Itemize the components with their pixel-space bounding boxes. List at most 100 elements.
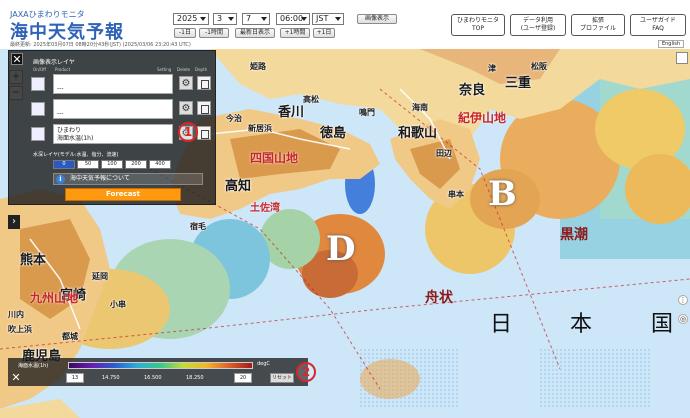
region-label: 紀伊山地	[458, 111, 507, 125]
city-label: 串本	[448, 190, 464, 199]
copy-icon[interactable]	[197, 101, 211, 115]
day-value: 7	[246, 14, 252, 23]
city-label: 延岡	[92, 272, 108, 281]
pref-label: 徳島	[320, 126, 347, 141]
nav-label: TOP	[471, 25, 484, 32]
year-select[interactable]: 2025	[173, 13, 209, 25]
column-label: Product	[55, 67, 71, 72]
chevron-down-icon	[228, 17, 234, 21]
info-icon: i	[56, 175, 65, 184]
city-label: 都城	[62, 332, 78, 341]
colorbar-tick: 18.250	[186, 375, 204, 381]
time-value: 06:00	[280, 14, 304, 23]
time-select[interactable]: 06:00	[276, 13, 310, 25]
pref-label: 奈良	[459, 83, 486, 98]
city-label: 津	[488, 64, 496, 73]
nav-label: (ユーザ登録)	[520, 25, 556, 32]
copy-icon[interactable]	[197, 126, 211, 140]
column-label: Setting	[157, 67, 172, 72]
colorbar-min-input[interactable]: 13	[66, 373, 84, 383]
region-label: 九州山地	[30, 291, 79, 305]
month-select[interactable]: 3	[213, 13, 237, 25]
close-icon[interactable]: ✕	[11, 53, 23, 65]
nav-himawari-top[interactable]: ひまわりモニタ TOP	[451, 14, 505, 36]
timezone-select[interactable]: JST	[312, 13, 344, 25]
info-text: 海中天気予報について	[70, 175, 130, 182]
city-label: 宿毛	[190, 222, 206, 231]
sea-label: 舟状	[425, 290, 453, 306]
layer-line2: 海面水温(1h)	[57, 135, 94, 142]
layers-icon[interactable]	[31, 77, 45, 91]
day-select[interactable]: 7	[242, 13, 270, 25]
layer-line2: ---	[57, 85, 64, 92]
copy-icon[interactable]	[197, 76, 211, 90]
close-icon[interactable]: ✕	[10, 372, 22, 384]
layers-icon[interactable]	[31, 127, 45, 141]
layer-row[interactable]: --- ⚙	[29, 73, 215, 95]
year-value: 2025	[177, 14, 198, 23]
last-updated: 最終更新: 2025年03月07日 08時20分43秒(JST) (2025/0…	[10, 42, 191, 48]
latest-day-button[interactable]: 最新日表示	[235, 28, 275, 38]
city-label: 今治	[226, 114, 242, 123]
depth-title: 水深レイヤ(モデル:水温、塩分、流速)	[33, 152, 119, 158]
column-label: Delete	[177, 67, 191, 72]
country-label: 国	[651, 312, 674, 337]
image-display-button[interactable]: 画像表示	[357, 14, 397, 24]
nav-extended-profile[interactable]: 拡張 プロファイル	[571, 14, 625, 36]
nav-label: ひまわりモニタ	[456, 17, 499, 24]
nav-data-usage[interactable]: データ利用 (ユーザ登録)	[510, 14, 566, 36]
layer-product-box[interactable]: ---	[53, 99, 173, 119]
map-side-icon[interactable]: ◎	[678, 314, 688, 324]
language-button[interactable]: English	[657, 40, 684, 48]
marker-letter: B	[488, 174, 517, 214]
depth-button-200[interactable]: 200	[125, 160, 147, 169]
column-label: Depth	[195, 67, 208, 72]
layers-icon[interactable]	[31, 102, 45, 116]
colorbar-label: 海面水温(1h)	[18, 363, 49, 369]
city-label: 田辺	[436, 149, 452, 158]
colorbar-reset-button[interactable]: リセット	[270, 373, 294, 383]
city-label: 松阪	[531, 62, 547, 71]
city-label: 吹上浜	[8, 325, 32, 334]
depth-button-50[interactable]: 50	[77, 160, 99, 169]
sea-label: 黒潮	[560, 227, 588, 243]
info-link[interactable]: i 海中天気予報について	[53, 173, 203, 185]
city-label: 高松	[303, 95, 319, 104]
pref-label: 高知	[225, 179, 252, 194]
header: JAXAひまわりモニタ 海中天気予報 最終更新: 2025年03月07日 08時…	[0, 0, 690, 48]
region-label: 土佐湾	[250, 203, 280, 214]
panel-toggle-arrow-icon[interactable]: ›	[8, 215, 20, 229]
pref-label: 三重	[505, 76, 532, 91]
menu-icon[interactable]	[676, 52, 688, 64]
forecast-button[interactable]: Forecast	[65, 188, 181, 201]
depth-button-0[interactable]: 0	[53, 160, 75, 169]
nav-label: ユーザガイド	[640, 17, 676, 24]
map-side-icon[interactable]: ⋮	[678, 295, 688, 305]
gear-icon[interactable]: ⚙	[179, 76, 193, 90]
city-label: 新居浜	[248, 124, 272, 133]
gear-icon[interactable]: ⚙	[179, 101, 193, 115]
layer-line2: ---	[57, 110, 64, 117]
nav-label: プロファイル	[579, 25, 616, 32]
layer-product-box[interactable]: ひまわり 海面水温(1h)	[53, 124, 173, 144]
minus-hour-button[interactable]: -1時間	[199, 28, 229, 38]
depth-button-400[interactable]: 400	[149, 160, 171, 169]
colorbar-gradient	[68, 362, 253, 369]
chevron-down-icon	[335, 17, 341, 21]
country-label: 本	[570, 312, 593, 337]
layer-product-box[interactable]: ---	[53, 74, 173, 94]
colorbar-max-input[interactable]: 20	[234, 373, 252, 383]
minus-day-button[interactable]: -1日	[174, 28, 196, 38]
column-label: On/Off	[33, 67, 46, 72]
colorbar-panel: ✕ 海面水温(1h) degC 13 14.750 16.500 18.250 …	[8, 358, 308, 386]
plus-day-button[interactable]: +1日	[313, 28, 335, 38]
timezone-value: JST	[316, 14, 329, 23]
colorbar-tick: 16.500	[144, 375, 162, 381]
marker-letter: D	[326, 229, 356, 269]
nav-user-guide[interactable]: ユーザガイド FAQ	[630, 14, 686, 36]
depth-button-100[interactable]: 100	[101, 160, 123, 169]
layer-row[interactable]: --- ⚙	[29, 98, 215, 120]
nav-label: 拡張	[591, 17, 604, 24]
city-label: 川内	[8, 310, 24, 319]
plus-hour-button[interactable]: +1時間	[280, 28, 310, 38]
